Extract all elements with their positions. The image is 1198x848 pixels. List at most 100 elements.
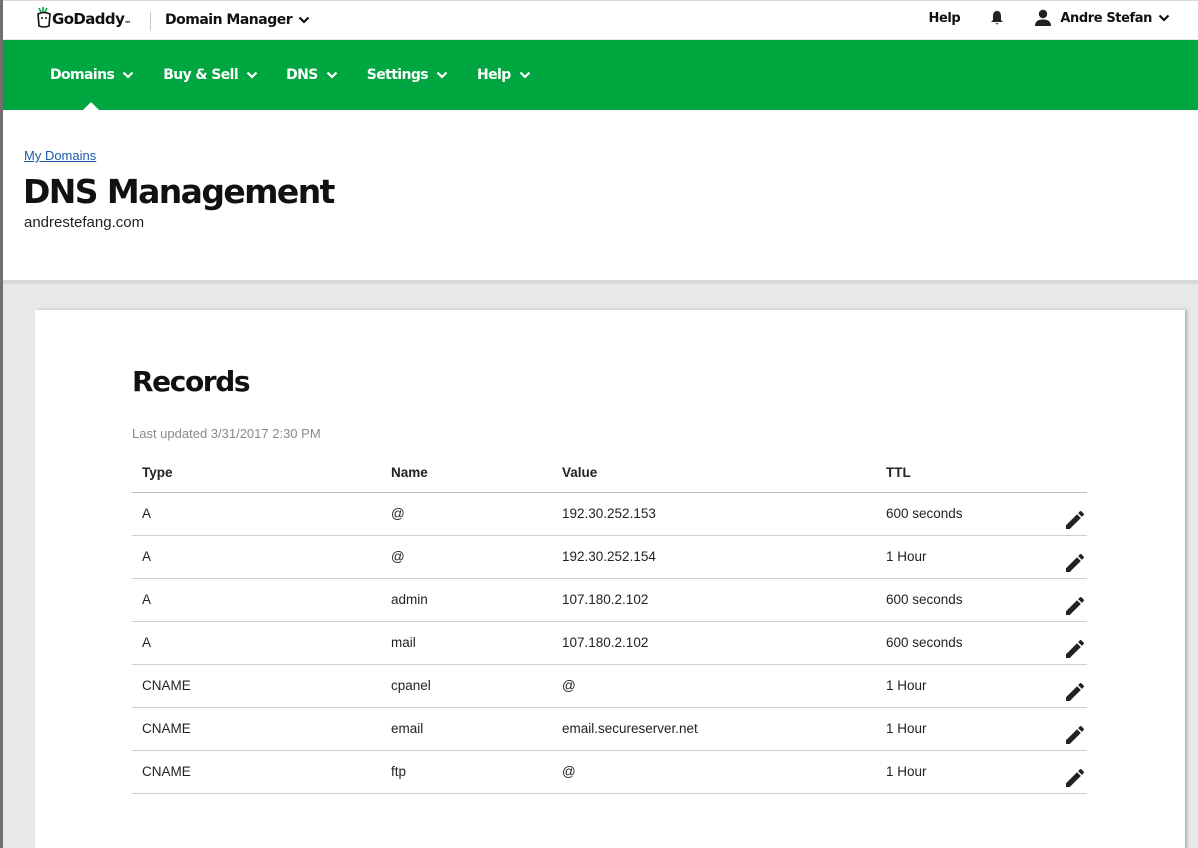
user-menu[interactable]: Andre Stefan: [1034, 9, 1170, 27]
table-row: A admin 107.180.2.102 600 seconds: [132, 578, 1087, 622]
record-type: A: [132, 578, 381, 622]
record-ttl: 600 seconds: [876, 621, 1027, 665]
column-header-name[interactable]: Name: [381, 455, 552, 493]
edit-cell: [1027, 664, 1087, 708]
edit-record-button[interactable]: [1063, 551, 1087, 578]
record-type: A: [132, 621, 381, 665]
record-value: 107.180.2.102: [552, 621, 876, 665]
domain-name: andrestefang.com: [24, 214, 145, 231]
page: GoDaddy ™ Domain Manager Help Andre Stef…: [0, 0, 1198, 848]
edit-record-button[interactable]: [1063, 680, 1087, 707]
edit-cell: [1027, 707, 1087, 751]
main-nav: Domains Buy & Sell DNS Settings Help: [3, 40, 1198, 110]
help-link[interactable]: Help: [928, 11, 960, 26]
nav-item-label: Settings: [366, 67, 429, 83]
nav-item-label: Buy & Sell: [163, 67, 239, 83]
table-row: A mail 107.180.2.102 600 seconds: [132, 621, 1087, 665]
record-value: email.secureserver.net: [552, 707, 876, 751]
record-type: CNAME: [132, 664, 381, 708]
nav-item-domains[interactable]: Domains: [50, 67, 134, 83]
record-name: ftp: [381, 750, 552, 794]
chevron-down-icon: [326, 71, 337, 79]
nav-item-label: Domains: [50, 67, 115, 83]
nav-item-dns[interactable]: DNS: [286, 67, 338, 83]
record-ttl: 1 Hour: [876, 535, 1027, 579]
record-name: @: [381, 492, 552, 536]
table-row: CNAME cpanel @ 1 Hour: [132, 664, 1087, 708]
record-ttl: 600 seconds: [876, 578, 1027, 622]
breadcrumb-my-domains[interactable]: My Domains: [24, 148, 96, 163]
edit-cell: [1027, 578, 1087, 622]
record-value: @: [552, 750, 876, 794]
chevron-down-icon: [436, 71, 448, 79]
chevron-down-icon: [298, 16, 310, 24]
pencil-icon: [1066, 553, 1085, 572]
pencil-icon: [1066, 768, 1085, 787]
record-value: 192.30.252.154: [552, 535, 876, 579]
chevron-down-icon: [519, 71, 530, 79]
top-bar: GoDaddy ™ Domain Manager Help Andre Stef…: [3, 0, 1198, 40]
topbar-divider: [150, 12, 151, 31]
nav-item-help[interactable]: Help: [477, 67, 531, 83]
last-updated: Last updated 3/31/2017 2:30 PM: [132, 426, 321, 441]
table-header-row: Type Name Value TTL: [132, 455, 1087, 493]
chevron-down-icon: [246, 71, 258, 79]
pencil-icon: [1066, 596, 1085, 615]
record-name: cpanel: [381, 664, 552, 708]
page-title: DNS Management: [23, 172, 335, 211]
brand-name: GoDaddy: [52, 10, 125, 28]
pencil-icon: [1066, 510, 1085, 529]
record-ttl: 1 Hour: [876, 664, 1027, 708]
record-ttl: 1 Hour: [876, 750, 1027, 794]
brand-trademark: ™: [124, 20, 131, 28]
records-title: Records: [132, 365, 251, 398]
record-name: admin: [381, 578, 552, 622]
notifications-button[interactable]: [990, 10, 1004, 26]
brand-logo[interactable]: GoDaddy ™: [36, 6, 131, 28]
edit-record-button[interactable]: [1063, 723, 1087, 750]
record-type: CNAME: [132, 707, 381, 751]
bell-icon: [991, 11, 1004, 25]
table-row: A @ 192.30.252.154 1 Hour: [132, 535, 1087, 579]
records-table: Type Name Value TTL A @ 192.30.252.153 6…: [132, 455, 1087, 794]
record-name: email: [381, 707, 552, 751]
nav-item-buy-sell[interactable]: Buy & Sell: [163, 67, 258, 83]
table-row: A @ 192.30.252.153 600 seconds: [132, 492, 1087, 536]
column-header-type[interactable]: Type: [132, 455, 381, 493]
edit-record-button[interactable]: [1063, 594, 1087, 621]
nav-item-label: Help: [477, 67, 511, 83]
active-nav-indicator: [83, 102, 99, 110]
user-name: Andre Stefan: [1060, 10, 1152, 26]
topbar-actions: Help Andre Stefan: [928, 9, 1170, 27]
edit-record-button[interactable]: [1063, 508, 1087, 535]
pencil-icon: [1066, 725, 1085, 744]
column-header-ttl[interactable]: TTL: [876, 455, 1027, 493]
table-row: CNAME email email.secureserver.net 1 Hou…: [132, 707, 1087, 751]
record-ttl: 600 seconds: [876, 492, 1027, 536]
edit-cell: [1027, 750, 1087, 794]
record-type: A: [132, 535, 381, 579]
record-value: @: [552, 664, 876, 708]
record-value: 192.30.252.153: [552, 492, 876, 536]
chevron-down-icon: [1158, 14, 1170, 22]
nav-item-settings[interactable]: Settings: [367, 67, 448, 83]
chevron-down-icon: [122, 71, 134, 79]
pencil-icon: [1066, 682, 1085, 701]
app-name: Domain Manager: [165, 12, 293, 28]
record-value: 107.180.2.102: [552, 578, 876, 622]
edit-record-button[interactable]: [1063, 637, 1087, 664]
edit-cell: [1027, 492, 1087, 536]
record-ttl: 1 Hour: [876, 707, 1027, 751]
column-header-actions: [1027, 455, 1087, 493]
user-icon: [1034, 9, 1052, 27]
pencil-icon: [1066, 639, 1085, 658]
record-type: A: [132, 492, 381, 536]
record-type: CNAME: [132, 750, 381, 794]
edit-cell: [1027, 535, 1087, 579]
edit-record-button[interactable]: [1063, 766, 1087, 793]
nav-item-label: DNS: [286, 67, 318, 83]
column-header-value[interactable]: Value: [552, 455, 876, 493]
table-row: CNAME ftp @ 1 Hour: [132, 750, 1087, 794]
app-switcher[interactable]: Domain Manager: [165, 12, 310, 28]
records-card: Records Last updated 3/31/2017 2:30 PM T…: [35, 310, 1185, 848]
